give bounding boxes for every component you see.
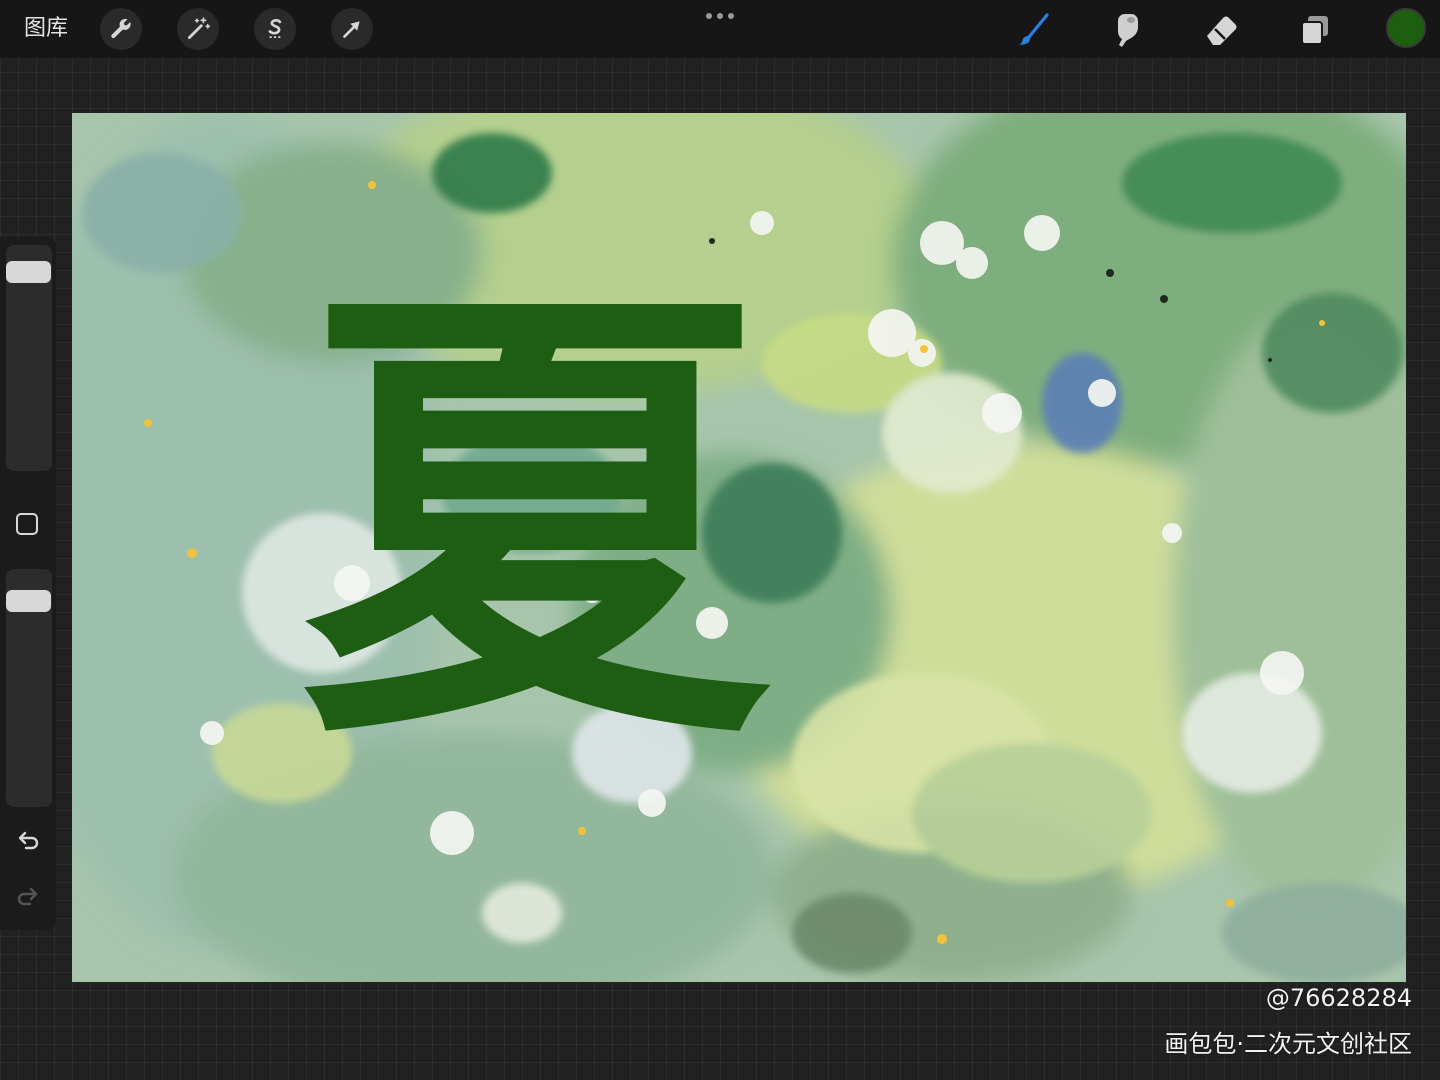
smudge-finger-icon: [1118, 14, 1138, 47]
layers-icon: [1301, 16, 1328, 45]
eraser-tool-button[interactable]: [1199, 8, 1243, 52]
modify-square-icon[interactable]: [16, 513, 38, 535]
watermark-site: 画包包·二次元文创社区: [1164, 1030, 1412, 1058]
brush-tool-button[interactable]: [1012, 8, 1056, 52]
selection-s-icon: [268, 19, 282, 38]
dot-icon: [717, 13, 723, 19]
brush-icon: [1019, 13, 1049, 45]
layers-tool-button[interactable]: [1292, 8, 1336, 52]
smudge-tool-button[interactable]: [1105, 8, 1149, 52]
watermark-user-id: @76628284: [1265, 984, 1412, 1012]
eraser-icon: [1207, 16, 1237, 45]
actions-button[interactable]: [100, 8, 142, 50]
color-picker-button[interactable]: [1386, 8, 1426, 48]
dot-icon: [728, 13, 734, 19]
drawing-canvas[interactable]: 夏: [72, 113, 1406, 982]
dot-icon: [706, 13, 712, 19]
adjustments-button[interactable]: [177, 8, 219, 50]
top-toolbar: 图库: [0, 0, 1440, 58]
brush-size-slider-thumb[interactable]: [6, 260, 51, 283]
selection-button[interactable]: [254, 8, 296, 50]
more-options-button[interactable]: [700, 4, 740, 28]
redo-icon[interactable]: [14, 883, 42, 911]
painted-garden-artwork: [72, 113, 1406, 982]
wrench-icon: [111, 18, 131, 39]
arrow-cursor-icon: [343, 21, 360, 38]
left-sidebar: [0, 237, 56, 930]
magic-wand-icon: [187, 17, 211, 40]
transform-button[interactable]: [331, 8, 373, 50]
gallery-button[interactable]: 图库: [24, 14, 68, 44]
opacity-slider-thumb[interactable]: [6, 589, 51, 612]
undo-icon[interactable]: [14, 827, 42, 855]
